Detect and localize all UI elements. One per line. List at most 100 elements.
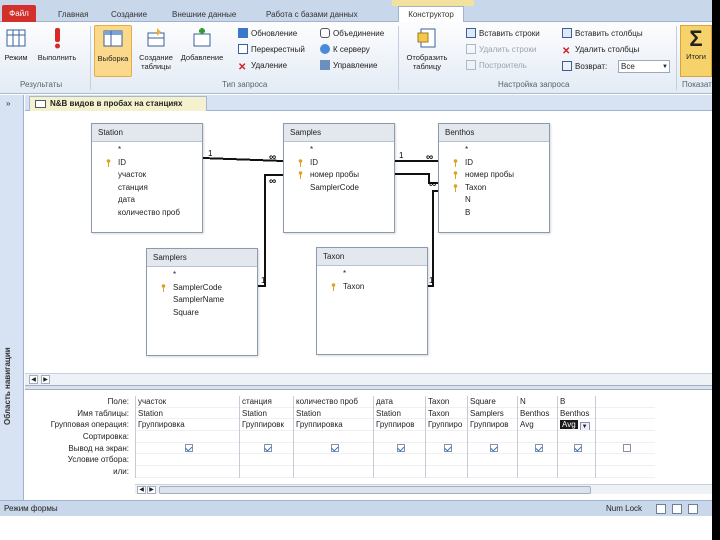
grid-cell-table[interactable]: Benthos xyxy=(558,408,595,420)
grid-cell-criteria[interactable] xyxy=(518,454,557,467)
field-item-key[interactable]: Taxon xyxy=(441,182,549,195)
show-checkbox[interactable] xyxy=(264,443,272,452)
grid-cell-total[interactable]: Avg ▼ xyxy=(558,419,595,432)
table-title[interactable]: Samples xyxy=(284,124,394,142)
grid-cell-sort[interactable] xyxy=(240,431,293,443)
tab-file[interactable]: Файл xyxy=(2,5,36,22)
grid-column[interactable]: станция Station Группировк xyxy=(239,396,293,478)
grid-cell-criteria[interactable] xyxy=(136,454,239,467)
grid-column[interactable]: B Benthos Avg ▼ xyxy=(557,396,595,478)
grid-cell-show[interactable] xyxy=(426,443,467,455)
grid-cell-table[interactable] xyxy=(596,408,655,420)
show-checkbox[interactable] xyxy=(490,443,498,452)
delete-query-button[interactable]: ✕ Удаление xyxy=(238,59,287,73)
grid-cell-total[interactable] xyxy=(596,419,655,432)
grid-cell-criteria[interactable] xyxy=(596,454,655,467)
scroll-right-icon[interactable]: ▶ xyxy=(147,486,156,494)
view-mode-button[interactable]: Режим xyxy=(2,25,30,77)
scroll-left-icon[interactable]: ◀ xyxy=(137,486,146,494)
grid-cell-sort[interactable] xyxy=(426,431,467,443)
field-item[interactable]: N xyxy=(441,194,549,207)
totals-button[interactable]: Σ Итоги xyxy=(680,25,712,77)
field-item-key[interactable]: ID xyxy=(286,157,394,170)
update-query-button[interactable]: Обновление xyxy=(238,27,297,40)
grid-cell-sort[interactable] xyxy=(468,431,517,443)
grid-cell-field[interactable]: дата xyxy=(374,396,425,408)
grid-cell-table[interactable]: Station xyxy=(294,408,373,420)
grid-cell-total[interactable]: Группиро xyxy=(426,419,467,432)
grid-cell-or[interactable] xyxy=(136,466,239,478)
insert-columns-button[interactable]: Вставить столбцы xyxy=(562,27,643,40)
query-design-canvas[interactable]: 1 ∞ 1 ∞ ∞ 1 ∞ 1 Station * ID участок ста… xyxy=(25,111,712,373)
append-query-button[interactable]: Добавление xyxy=(180,25,224,77)
show-checkbox[interactable] xyxy=(535,443,543,452)
field-item[interactable]: SamplerCode xyxy=(286,182,394,195)
field-item[interactable]: * xyxy=(286,144,394,157)
grid-cell-field[interactable]: Square xyxy=(468,396,517,408)
grid-cell-field[interactable]: станция xyxy=(240,396,293,408)
pass-through-button[interactable]: К серверу xyxy=(320,43,370,56)
datasheet-view-icon[interactable] xyxy=(656,504,666,514)
table-taxon[interactable]: Taxon * Taxon xyxy=(316,247,428,355)
field-item[interactable]: участок xyxy=(94,169,202,182)
grid-cell-show[interactable] xyxy=(136,443,239,455)
show-checkbox[interactable] xyxy=(574,443,582,452)
grid-cell-or[interactable] xyxy=(426,466,467,478)
show-checkbox[interactable] xyxy=(397,443,405,452)
grid-cell-show[interactable] xyxy=(558,443,595,455)
field-item[interactable]: * xyxy=(319,268,427,281)
crosstab-query-button[interactable]: Перекрестный xyxy=(238,43,305,56)
select-query-button[interactable]: Выборка xyxy=(94,25,132,77)
grid-cell-total[interactable]: Группировк xyxy=(240,419,293,432)
grid-cell-table[interactable]: Station xyxy=(240,408,293,420)
run-button[interactable]: Выполнить xyxy=(36,25,78,77)
tab-home[interactable]: Главная xyxy=(58,8,88,22)
grid-cell-table[interactable]: Station xyxy=(136,408,239,420)
table-title[interactable]: Taxon xyxy=(317,248,427,266)
make-table-button[interactable]: Создание таблицы xyxy=(138,25,174,77)
field-item-key[interactable]: Taxon xyxy=(319,281,427,294)
return-combo[interactable]: Все ▼ xyxy=(618,60,670,73)
table-samplers[interactable]: Samplers * SamplerCode SamplerName Squar… xyxy=(146,248,258,356)
tab-external-data[interactable]: Внешние данные xyxy=(172,8,236,22)
scroll-thumb[interactable] xyxy=(159,486,591,494)
grid-cell-or[interactable] xyxy=(240,466,293,478)
relation-benthos-taxon[interactable] xyxy=(428,190,438,287)
document-tab[interactable]: N&B видов в пробах на станциях xyxy=(29,96,207,111)
grid-column[interactable]: Taxon Taxon Группиро xyxy=(425,396,467,478)
grid-cell-field[interactable]: B xyxy=(558,396,595,408)
grid-cell-show[interactable] xyxy=(468,443,517,455)
grid-cell-or[interactable] xyxy=(558,466,595,478)
data-definition-button[interactable]: Управление xyxy=(320,59,377,72)
grid-cell-field[interactable]: Taxon xyxy=(426,396,467,408)
grid-cell-sort[interactable] xyxy=(374,431,425,443)
grid-cell-show[interactable] xyxy=(374,443,425,455)
field-item[interactable]: количество проб xyxy=(94,207,202,220)
grid-cell-sort[interactable] xyxy=(294,431,373,443)
show-checkbox[interactable] xyxy=(444,443,452,452)
scroll-left-icon[interactable]: ◀ xyxy=(29,375,38,384)
sql-view-icon[interactable] xyxy=(688,504,698,514)
scroll-right-icon[interactable]: ▶ xyxy=(41,375,50,384)
navigation-pane[interactable]: » Область навигации xyxy=(0,95,24,500)
table-title[interactable]: Station xyxy=(92,124,202,142)
grid-cell-or[interactable] xyxy=(596,466,655,478)
grid-cell-field[interactable]: N xyxy=(518,396,557,408)
insert-rows-button[interactable]: Вставить строки xyxy=(466,27,540,40)
field-item[interactable]: SamplerName xyxy=(149,294,257,307)
field-item-key[interactable]: номер пробы xyxy=(286,169,394,182)
field-item[interactable]: дата xyxy=(94,194,202,207)
grid-cell-total[interactable]: Группировка xyxy=(136,419,239,432)
grid-cell-criteria[interactable] xyxy=(374,454,425,467)
grid-cell-sort[interactable] xyxy=(136,431,239,443)
grid-column[interactable] xyxy=(595,396,655,478)
pivot-view-icon[interactable] xyxy=(672,504,682,514)
grid-cell-total[interactable]: Группировка xyxy=(294,419,373,432)
grid-cell-show[interactable] xyxy=(596,443,655,455)
table-benthos[interactable]: Benthos * ID номер пробы Taxon N B xyxy=(438,123,550,233)
grid-cell-show[interactable] xyxy=(240,443,293,455)
expand-nav-icon[interactable]: » xyxy=(6,99,10,108)
field-item[interactable]: * xyxy=(94,144,202,157)
field-item-key[interactable]: ID xyxy=(94,157,202,170)
grid-cell-field[interactable] xyxy=(596,396,655,408)
